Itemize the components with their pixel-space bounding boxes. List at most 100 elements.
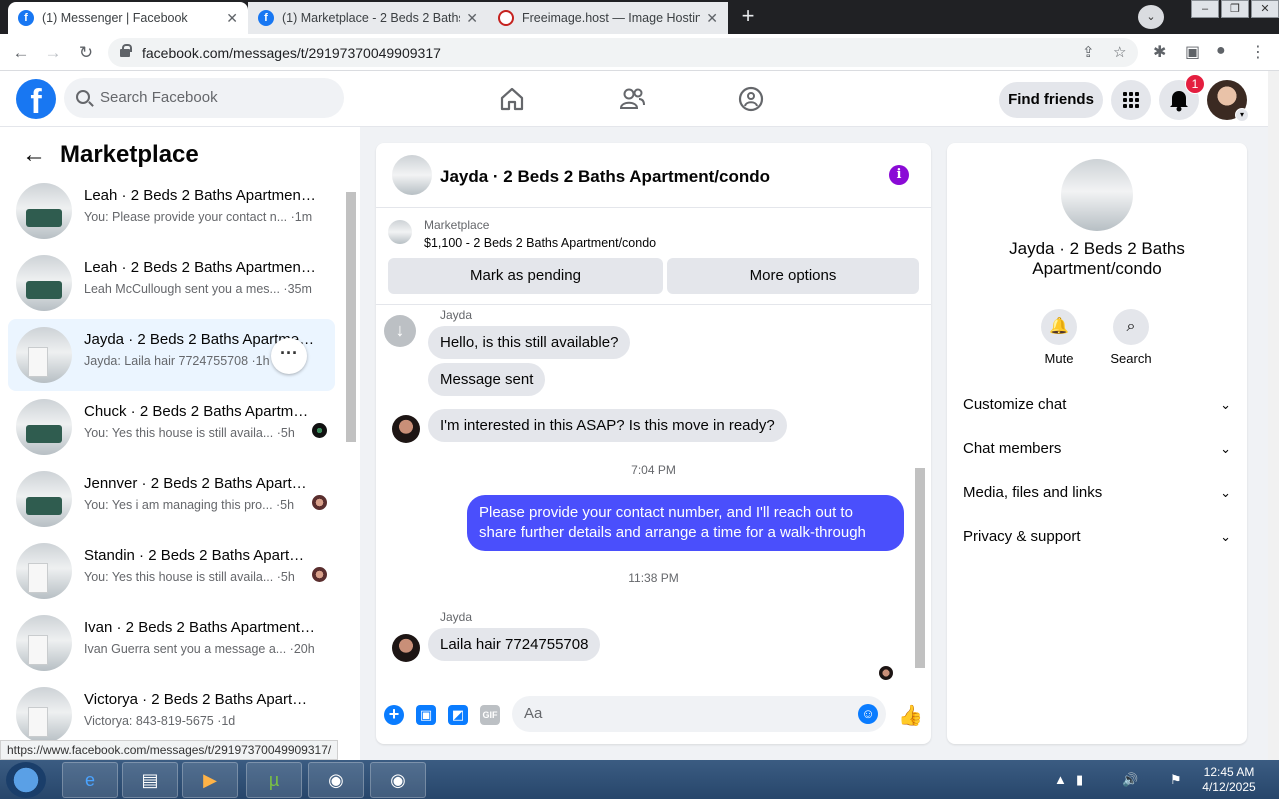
search-conversation-button[interactable]: ⌕ Search bbox=[1103, 309, 1159, 366]
conversation-name: Standin · 2 Beds 2 Baths Apartment/condo bbox=[84, 547, 316, 564]
customize-chat-row[interactable]: Customize chat ⌄ bbox=[963, 387, 1231, 423]
sticker-icon[interactable]: ◩ bbox=[448, 705, 468, 725]
arrow-down-icon[interactable]: ↓ bbox=[384, 315, 416, 347]
back-arrow-icon[interactable]: ← bbox=[22, 141, 46, 168]
bookmark-star-icon[interactable]: ☆ bbox=[1113, 43, 1126, 61]
browser-tab-marketplace[interactable]: f (1) Marketplace - 2 Beds 2 Baths ✕ bbox=[248, 2, 488, 34]
read-receipt-avatar bbox=[312, 567, 327, 582]
media-player-icon[interactable]: ▶ bbox=[182, 762, 238, 798]
close-window-icon[interactable]: ✕ bbox=[1251, 0, 1279, 18]
system-clock[interactable]: 12:45 AM 4/12/2025 bbox=[1196, 765, 1262, 795]
find-friends-button[interactable]: Find friends bbox=[999, 82, 1103, 118]
close-tab-icon[interactable]: ✕ bbox=[706, 10, 718, 27]
home-icon[interactable] bbox=[498, 85, 526, 113]
message-input[interactable]: Aa ☺ bbox=[512, 696, 886, 732]
browser-menu-icon[interactable]: ⋮ bbox=[1250, 42, 1266, 62]
address-bar[interactable]: facebook.com/messages/t/2919737004990931… bbox=[108, 38, 1138, 67]
message-thread: ↓ Jayda Hello, is this still available? … bbox=[376, 305, 931, 685]
extensions-icon[interactable]: ✱ bbox=[1153, 42, 1166, 62]
chat-header: Jayda · 2 Beds 2 Baths Apartment/condo i bbox=[376, 143, 931, 208]
gif-icon[interactable]: GIF bbox=[480, 705, 500, 725]
side-panel-icon[interactable]: ▣ bbox=[1185, 42, 1200, 62]
show-hidden-icons[interactable]: ▲ bbox=[1054, 772, 1067, 787]
minimize-icon[interactable]: – bbox=[1191, 0, 1219, 18]
mute-button[interactable]: 🔔 Mute bbox=[1031, 309, 1087, 366]
close-tab-icon[interactable]: ✕ bbox=[226, 10, 238, 27]
chat-members-row[interactable]: Chat members ⌄ bbox=[963, 431, 1231, 467]
emoji-icon[interactable]: ☺ bbox=[858, 704, 878, 724]
sender-avatar[interactable] bbox=[392, 415, 420, 443]
listing-price[interactable]: $1,100 - 2 Beds 2 Baths Apartment/condo bbox=[424, 236, 656, 250]
tab-title: (1) Messenger | Facebook bbox=[42, 11, 188, 25]
listing-avatar[interactable] bbox=[1061, 159, 1133, 231]
search-icon: ⌕ bbox=[1113, 309, 1149, 345]
conversation-item[interactable]: Jennver · 2 Beds 2 Baths Apartment/condo… bbox=[8, 463, 335, 535]
message-timestamp: 11:38 PM bbox=[628, 571, 679, 585]
lock-icon[interactable] bbox=[120, 44, 132, 57]
page-scrollbar[interactable] bbox=[1268, 71, 1279, 760]
listing-thumbnail bbox=[16, 471, 72, 527]
action-center-icon[interactable]: ⚑ bbox=[1170, 772, 1182, 788]
row-label: Chat members bbox=[963, 440, 1062, 457]
photo-icon[interactable]: ▣ bbox=[416, 705, 436, 725]
more-options-button[interactable]: More options bbox=[667, 258, 919, 294]
add-icon[interactable]: + bbox=[384, 705, 404, 725]
chat-scrollbar[interactable] bbox=[914, 308, 926, 683]
share-icon[interactable]: ⇪ bbox=[1082, 43, 1095, 61]
volume-icon[interactable]: 🔊 bbox=[1122, 772, 1138, 788]
forward-icon[interactable]: → bbox=[42, 42, 64, 64]
browser-tab-messenger[interactable]: f (1) Messenger | Facebook ✕ bbox=[8, 2, 248, 34]
friends-icon[interactable] bbox=[618, 85, 646, 113]
conversation-options-button[interactable]: ··· bbox=[271, 338, 307, 374]
url-text: facebook.com/messages/t/2919737004990931… bbox=[142, 45, 441, 61]
menu-grid-button[interactable] bbox=[1111, 80, 1151, 120]
close-tab-icon[interactable]: ✕ bbox=[466, 10, 478, 27]
info-icon[interactable]: i bbox=[889, 165, 909, 185]
thumbs-up-icon[interactable]: 👍 bbox=[898, 703, 923, 728]
read-receipt-avatar bbox=[312, 423, 327, 438]
notification-badge: 1 bbox=[1185, 74, 1205, 94]
network-icon[interactable]: ▮ bbox=[1076, 772, 1083, 788]
conversation-item[interactable]: Standin · 2 Beds 2 Baths Apartment/condo… bbox=[8, 535, 335, 607]
back-icon[interactable]: ← bbox=[10, 42, 32, 64]
sidebar-title-text: Marketplace bbox=[60, 141, 199, 168]
internet-explorer-icon[interactable]: e bbox=[62, 762, 118, 798]
utorrent-icon[interactable]: µ bbox=[246, 762, 302, 798]
listing-thumbnail bbox=[16, 543, 72, 599]
conversation-item[interactable]: Leah · 2 Beds 2 Baths Apartment/condo Le… bbox=[8, 247, 335, 319]
scrollbar-thumb[interactable] bbox=[915, 468, 925, 668]
sender-avatar[interactable] bbox=[392, 634, 420, 662]
sidebar-scrollbar[interactable] bbox=[344, 178, 358, 760]
profile-icon[interactable]: ● bbox=[1216, 42, 1226, 60]
listing-thumbnail[interactable] bbox=[388, 220, 412, 244]
chrome-icon[interactable]: ◉ bbox=[308, 762, 364, 798]
chat-avatar[interactable] bbox=[392, 155, 432, 195]
maximize-icon[interactable]: ❐ bbox=[1221, 0, 1249, 18]
start-button[interactable] bbox=[6, 762, 46, 798]
media-files-links-row[interactable]: Media, files and links ⌄ bbox=[963, 475, 1231, 511]
facebook-logo-icon[interactable]: f bbox=[16, 79, 56, 119]
address-toolbar: ← → ↻ facebook.com/messages/t/2919737004… bbox=[0, 34, 1279, 71]
chevron-down-icon: ⌄ bbox=[1220, 397, 1231, 412]
conversation-item[interactable]: Leah · 2 Beds 2 Baths Apartment/condo Yo… bbox=[8, 175, 335, 247]
chat-title[interactable]: Jayda · 2 Beds 2 Baths Apartment/condo bbox=[440, 167, 770, 187]
conversation-preview: You: Yes this house is still availa... ·… bbox=[84, 570, 295, 584]
tab-search-icon[interactable]: ⌄ bbox=[1138, 5, 1164, 29]
groups-icon[interactable] bbox=[737, 85, 765, 113]
file-explorer-icon[interactable]: ▤ bbox=[122, 762, 178, 798]
conversation-item[interactable]: Chuck · 2 Beds 2 Baths Apartment/condo Y… bbox=[8, 391, 335, 463]
chrome-active-icon[interactable]: ◉ bbox=[370, 762, 426, 798]
listing-thumbnail bbox=[16, 327, 72, 383]
mark-as-pending-button[interactable]: Mark as pending bbox=[388, 258, 663, 294]
scrollbar-thumb[interactable] bbox=[346, 192, 356, 442]
reload-icon[interactable]: ↻ bbox=[75, 42, 97, 64]
browser-tab-freeimage[interactable]: Freeimage.host — Image Hosting ✕ bbox=[488, 2, 728, 34]
new-tab-button[interactable]: + bbox=[734, 4, 762, 30]
privacy-support-row[interactable]: Privacy & support ⌄ bbox=[963, 519, 1231, 555]
chevron-down-icon: ⌄ bbox=[1220, 485, 1231, 500]
conversation-name: Leah · 2 Beds 2 Baths Apartment/condo bbox=[84, 259, 316, 276]
conversation-item[interactable]: Ivan · 2 Beds 2 Baths Apartment/condo Iv… bbox=[8, 607, 335, 679]
account-avatar[interactable]: ▾ bbox=[1207, 80, 1249, 122]
search-input[interactable]: Search Facebook bbox=[64, 78, 344, 118]
conversation-name: Leah · 2 Beds 2 Baths Apartment/condo bbox=[84, 187, 316, 204]
